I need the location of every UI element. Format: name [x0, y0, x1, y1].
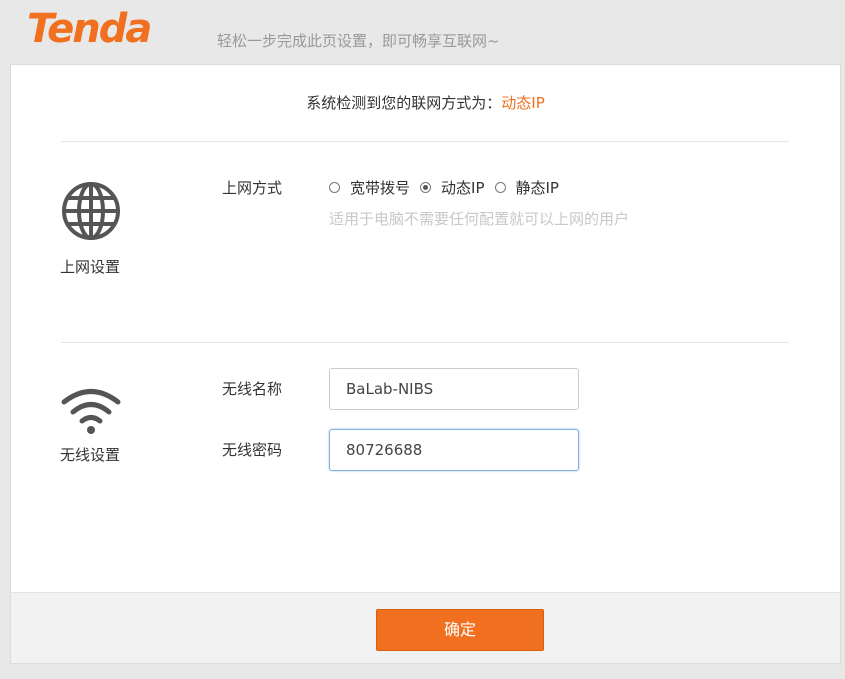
header: Tenda 轻松一步完成此页设置，即可畅享互联网~ [0, 0, 845, 64]
radio-static-ip[interactable]: 静态IP [494, 177, 559, 198]
internet-section-label: 上网设置 [60, 258, 121, 276]
divider-top [61, 141, 789, 142]
notice-connection-type: 动态IP [501, 94, 545, 112]
tenda-logo: Tenda [27, 6, 152, 52]
radio-pppoe-label: 宽带拨号 [350, 179, 411, 197]
radio-pppoe[interactable]: 宽带拨号 [329, 177, 410, 198]
wireless-section-label: 无线设置 [60, 446, 121, 464]
radio-dhcp-circle[interactable] [420, 182, 432, 193]
radio-static-ip-circle[interactable] [494, 182, 506, 193]
password-label: 无线密码 [222, 441, 283, 459]
radio-static-ip-label: 静态IP [515, 179, 559, 197]
connection-notice: 系统检测到您的联网方式为：动态IP [11, 92, 840, 113]
divider-middle [61, 342, 789, 343]
radio-dhcp[interactable]: 动态IP [420, 177, 485, 198]
connection-mode-label: 上网方式 [222, 179, 283, 197]
notice-prefix: 系统检测到您的联网方式为： [306, 94, 502, 112]
ssid-label: 无线名称 [222, 380, 283, 398]
globe-icon [62, 182, 120, 240]
confirm-button[interactable]: 确定 [376, 609, 544, 651]
footer-bar: 确定 [11, 592, 840, 663]
ssid-input[interactable]: BaLab-NIBS [329, 368, 579, 410]
connection-mode-radio-group: 宽带拨号 动态IP 静态IP [329, 177, 569, 198]
radio-dhcp-label: 动态IP [441, 179, 485, 197]
radio-pppoe-circle[interactable] [329, 182, 340, 193]
password-input[interactable]: 80726688 [329, 429, 579, 471]
setup-panel: 系统检测到您的联网方式为：动态IP 上网设置 上网方式 宽带拨号 动态IP 静态… [10, 64, 841, 664]
connection-mode-hint: 适用于电脑不需要任何配置就可以上网的用户 [329, 210, 630, 228]
wifi-icon [61, 389, 121, 434]
header-tagline: 轻松一步完成此页设置，即可畅享互联网~ [217, 32, 500, 50]
